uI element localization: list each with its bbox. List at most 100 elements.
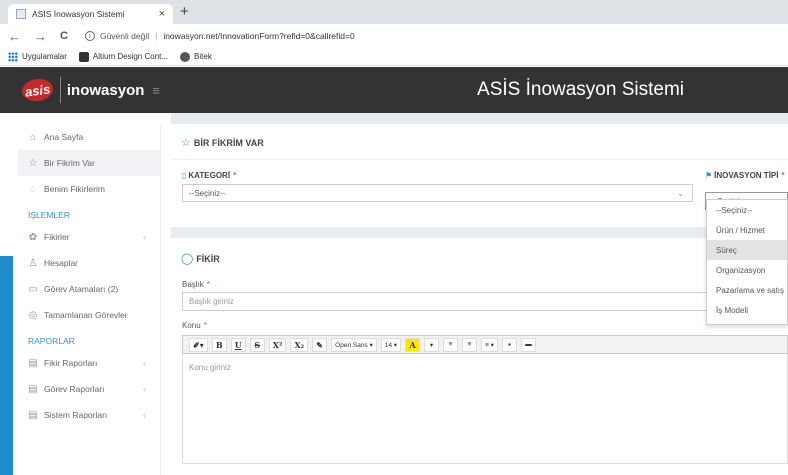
divider: [171, 159, 788, 160]
sidebar-item-label: Ana Sayfa: [44, 132, 84, 142]
comment-icon: ◯: [181, 253, 194, 265]
sidebar-item-label: Benim Fikirlerim: [44, 184, 105, 194]
card-title-text: BİR FİKRİM VAR: [193, 137, 264, 148]
bookmark-bitek[interactable]: Bitek: [180, 51, 212, 62]
style-button[interactable]: ✐▾: [189, 337, 208, 352]
tab-close-icon[interactable]: ×: [159, 8, 165, 20]
sidebar-item-system-reports[interactable]: ▤ Sistem Raporları ‹: [18, 402, 160, 428]
category-label-text: KATEGORİ: [188, 171, 231, 180]
sidebar-item-task-assignments[interactable]: ▭ Görev Atamaları (2): [18, 276, 160, 302]
bookmark-apps[interactable]: Uygulamalar: [8, 51, 67, 62]
subscript-button[interactable]: X₂: [290, 337, 309, 352]
browser-tab[interactable]: ASİS İnowasyon Sistemi ×: [8, 4, 173, 24]
brand-name: inowasyon: [66, 81, 145, 99]
sidebar-item-label: Tamamlanan Görevler: [44, 310, 128, 320]
security-label: Güvenli değil: [99, 31, 150, 41]
title-label-text: Başlık: [182, 280, 204, 289]
altium-icon: [78, 51, 89, 62]
strikethrough-button[interactable]: S: [249, 337, 265, 352]
sidebar: ⌂ Ana Sayfa ☆ Bir Fikrim Var ◌ Benim Fik…: [18, 124, 161, 475]
bookmark-label: Uygulamalar: [22, 52, 67, 61]
clear-format-button[interactable]: ✎: [312, 337, 328, 352]
app-header: asis inowasyon ≡ ASİS İnowasyon Sistemi: [0, 67, 788, 113]
paragraph-button[interactable]: ≡ ▾: [481, 337, 498, 352]
required-mark: *: [206, 280, 210, 289]
logo-area[interactable]: asis inowasyon ≡: [0, 67, 160, 113]
sidebar-item-label: Bir Fikrim Var: [44, 158, 95, 168]
dropdown-option[interactable]: İş Modeli: [707, 300, 787, 320]
bookmark-icon: ▯: [182, 171, 187, 180]
unordered-list-button[interactable]: ≡: [443, 337, 459, 352]
app-title: ASİS İnowasyon Sistemi: [477, 79, 684, 100]
sidebar-item-label: Fikirler: [44, 232, 70, 242]
bookmark-altium[interactable]: Altium Design Cont...: [78, 51, 169, 62]
category-select[interactable]: --Seçiniz-- ⌄: [182, 184, 693, 202]
sidebar-item-accounts[interactable]: ♙ Hesaplar: [18, 250, 160, 276]
sidebar-item-task-reports[interactable]: ▤ Görev Raporları ‹: [18, 376, 160, 402]
dropdown-option[interactable]: --Seçiniz--: [707, 200, 787, 220]
background-window-edge: [0, 256, 13, 475]
info-icon[interactable]: i: [84, 31, 95, 41]
sidebar-item-completed-tasks[interactable]: ◎ Tamamlanan Görevler: [18, 302, 160, 328]
dropdown-option[interactable]: Organizasyon: [707, 260, 787, 280]
innovation-type-dropdown: --Seçiniz-- Ürün / Hizmet Süreç Organiza…: [706, 199, 788, 325]
apps-icon: [8, 51, 18, 62]
new-tab-button[interactable]: +: [180, 3, 189, 20]
font-size-select[interactable]: 14 ▾: [380, 337, 402, 352]
check-circle-icon: ◎: [28, 309, 38, 321]
dropdown-option[interactable]: Ürün / Hizmet: [707, 220, 787, 240]
bookmark-label: Altium Design Cont...: [92, 52, 169, 61]
sidebar-item-new-idea[interactable]: ☆ Bir Fikrim Var: [18, 150, 160, 176]
text-color-button[interactable]: A: [405, 337, 421, 352]
underline-button[interactable]: U: [230, 337, 246, 352]
required-mark: *: [233, 171, 237, 180]
innovation-type-label-text: İNOVASYON TİPİ: [714, 171, 779, 180]
sidebar-item-my-ideas[interactable]: ◌ Benim Fikirlerim: [18, 176, 160, 202]
superscript-button[interactable]: X²: [268, 337, 287, 352]
tab-favicon-icon: [16, 9, 26, 19]
sidebar-item-idea-reports[interactable]: ▤ Fikir Raporları ‹: [18, 350, 160, 376]
chevron-left-icon: ‹: [143, 358, 146, 368]
forward-arrow-icon[interactable]: →: [34, 30, 47, 43]
user-icon: ♙: [28, 257, 38, 269]
subject-editor[interactable]: Konu giriniz: [182, 354, 788, 464]
idea-card: ☆ BİR FİKRİM VAR ▯ KATEGORİ * --Seçiniz-- …: [171, 124, 788, 227]
table-icon[interactable]: ▬: [520, 337, 536, 352]
flag-icon: ⚑: [705, 171, 713, 180]
dropdown-option[interactable]: Pazarlama ve satış: [707, 280, 787, 300]
chevron-left-icon: ‹: [143, 232, 146, 242]
link-icon[interactable]: ⚭: [501, 337, 517, 352]
required-mark: *: [781, 171, 785, 180]
font-family-select[interactable]: Open Sans ▾: [331, 337, 377, 352]
sidebar-item-label: Hesaplar: [44, 258, 79, 268]
document-icon: ▤: [28, 383, 38, 395]
reload-icon[interactable]: C: [60, 30, 68, 42]
url-separator: |: [155, 31, 158, 41]
text-color-dropdown[interactable]: ▾: [424, 337, 440, 352]
main-content: ☆ BİR FİKRİM VAR ▯ KATEGORİ * --Seçiniz-- …: [171, 113, 788, 475]
document-icon: ▤: [28, 409, 38, 421]
subject-label-text: Konu: [182, 321, 201, 330]
bookmarks-bar: Uygulamalar Altium Design Cont... Bitek: [0, 48, 788, 66]
card-title: ◯ FİKİR: [181, 252, 220, 265]
address-bar: ← → C i Güvenli değil | inowasyon.net/In…: [0, 24, 788, 48]
card-title: ☆ BİR FİKRİM VAR: [181, 136, 264, 149]
bold-button[interactable]: B: [211, 337, 227, 352]
sidebar-item-label: Fikir Raporları: [44, 358, 98, 368]
flower-icon: ✿: [28, 231, 38, 243]
dropdown-option-selected[interactable]: Süreç: [707, 240, 787, 260]
menu-toggle-icon[interactable]: ≡: [152, 83, 160, 98]
category-select-value: --Seçiniz--: [189, 188, 226, 198]
url-field[interactable]: i Güvenli değil | inowasyon.net/Innovati…: [84, 31, 355, 41]
browser-tab-bar: ASİS İnowasyon Sistemi × +: [0, 0, 788, 24]
ordered-list-button[interactable]: ≡: [462, 337, 478, 352]
inbox-icon: ▭: [28, 283, 38, 295]
back-arrow-icon[interactable]: ←: [8, 30, 21, 43]
category-label: ▯ KATEGORİ *: [182, 171, 236, 180]
title-input[interactable]: Başlık giriniz: [182, 292, 788, 311]
sidebar-item-ideas[interactable]: ✿ Fikirler ‹: [18, 224, 160, 250]
sidebar-item-home[interactable]: ⌂ Ana Sayfa: [18, 124, 160, 150]
logo-divider: [60, 77, 61, 103]
required-mark: *: [203, 321, 207, 330]
chevron-down-icon: ⌄: [677, 188, 684, 198]
